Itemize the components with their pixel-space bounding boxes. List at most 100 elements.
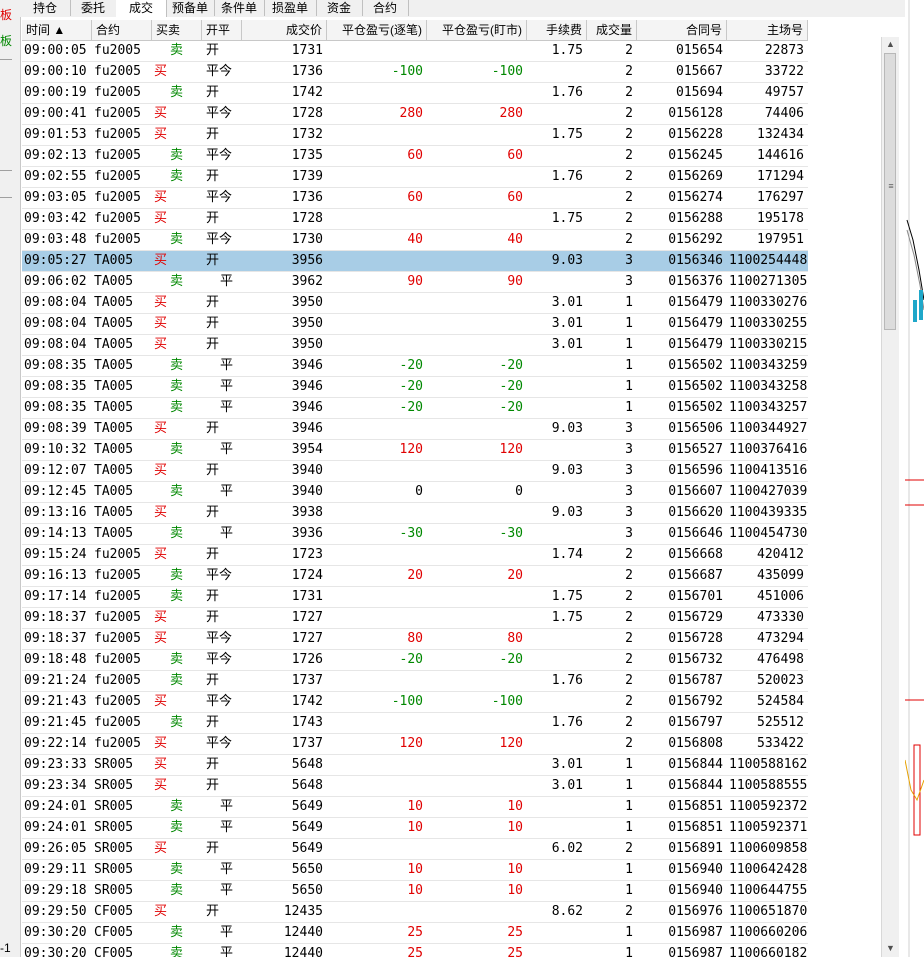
table-row[interactable]: 09:24:01 SR005 卖平 5649 10 10 1 0156851 110059237… [22, 797, 808, 818]
col-pnl-per-trade-header[interactable]: 平仓盈亏(逐笔) [327, 20, 427, 40]
col-open-close-header[interactable]: 开平 [202, 20, 242, 40]
col-contract-header[interactable]: 合约 [92, 20, 152, 40]
table-row[interactable]: 09:05:27 TA005 买 开 3956 9.03 3 0156346 110025444… [22, 251, 808, 272]
table-row[interactable]: 09:01:53 fu2005 买 开 1732 1.75 2 0156228 132434 [22, 125, 808, 146]
table-row[interactable]: 09:23:33 SR005 买 开 5648 3.01 1 0156844 110058816… [22, 755, 808, 776]
table-row[interactable]: 09:21:24 fu2005 卖开 1737 1.76 2 0156787 520023 [22, 671, 808, 692]
col-pnl-mtm [429, 41, 523, 61]
table-row[interactable]: 09:00:41 fu2005 买 平今 1728 280 280 2 0156128 74406 [22, 104, 808, 125]
col-exchange-no: 451006 [757, 589, 804, 604]
table-row[interactable]: 09:08:04 TA005 买 开 3950 3.01 1 0156479 110033021… [22, 335, 808, 356]
col-time: 09:12:45 [24, 484, 87, 499]
tab-orders[interactable]: 委托 [70, 0, 117, 16]
col-fee-header[interactable]: 手续费 [527, 20, 587, 40]
table-row[interactable]: 09:16:13 fu2005 卖平今 1724 20 20 2 0156687 435099 [22, 566, 808, 587]
col-contract: SR005 [94, 841, 134, 856]
col-price-header[interactable]: 成交价 [242, 20, 327, 40]
grip-icon: ≡ [888, 181, 894, 191]
col-fee: 3.01 [551, 757, 583, 772]
col-pnl-mtm: -30 [499, 526, 523, 541]
col-fee [529, 566, 583, 586]
col-exchange-no: 533422 [757, 736, 804, 751]
table-row[interactable]: 09:00:10 fu2005 买 平今 1736 -100 -100 2 015667 3372… [22, 62, 808, 83]
table-row[interactable]: 09:02:13 fu2005 卖平今 1735 60 60 2 0156245 144616 [22, 146, 808, 167]
col-side: 买 [154, 547, 168, 562]
table-row[interactable]: 09:08:35 TA005 卖平 3946 -20 -20 1 0156502 1100343… [22, 398, 808, 419]
table-row[interactable]: 09:15:24 fu2005 买 开 1723 1.74 2 0156668 420412 [22, 545, 808, 566]
table-row[interactable]: 09:12:45 TA005 卖平 3940 0 0 3 0156607 1100427039 [22, 482, 808, 503]
tab-trades[interactable]: 成交 [116, 0, 167, 17]
col-side-header[interactable]: 买卖 [152, 20, 202, 40]
col-volume-header[interactable]: 成交量 [587, 20, 637, 40]
tab-preset-orders[interactable]: 预备单 [166, 0, 215, 16]
table-row[interactable]: 09:18:48 fu2005 卖平今 1726 -20 -20 2 0156732 47649… [22, 650, 808, 671]
scroll-down-icon[interactable]: ▼ [882, 941, 899, 955]
col-volume: 2 [625, 673, 633, 688]
table-row[interactable]: 09:00:05 fu2005 卖开 1731 1.75 2 015654 22873 [22, 41, 808, 62]
col-pnl-per-trade [329, 608, 423, 628]
table-row[interactable]: 09:29:11 SR005 卖平 5650 10 10 1 0156940 110064242… [22, 860, 808, 881]
scrollbar-thumb[interactable]: ≡ [884, 53, 896, 330]
table-row[interactable]: 09:03:05 fu2005 买 平今 1736 60 60 2 0156274 176297 [22, 188, 808, 209]
table-row[interactable]: 09:26:05 SR005 买 开 5649 6.02 2 0156891 110060985… [22, 839, 808, 860]
col-time-header[interactable]: 时间 ▲ [22, 20, 92, 40]
col-pnl-mtm: -100 [491, 694, 523, 709]
table-row[interactable]: 09:08:39 TA005 买 开 3946 9.03 3 0156506 110034492… [22, 419, 808, 440]
table-row[interactable]: 09:14:13 TA005 卖平 3936 -30 -30 3 0156646 1100454… [22, 524, 808, 545]
table-row[interactable]: 09:00:19 fu2005 卖开 1742 1.76 2 015694 49757 [22, 83, 808, 104]
col-contract-no: 0156844 [668, 757, 723, 772]
table-row[interactable]: 09:13:16 TA005 买 开 3938 9.03 3 0156620 110043933… [22, 503, 808, 524]
table-row[interactable]: 09:24:01 SR005 卖平 5649 10 10 1 0156851 110059237… [22, 818, 808, 839]
col-contract-no: 015654 [676, 43, 723, 58]
table-row[interactable]: 09:29:18 SR005 卖平 5650 10 10 1 0156940 110064475… [22, 881, 808, 902]
col-open-close: 开 [206, 127, 220, 142]
col-exchange-no: 49757 [764, 85, 804, 100]
col-pnl-mtm: -100 [491, 64, 523, 79]
col-pnl-mtm: 120 [499, 442, 523, 457]
table-row[interactable]: 09:30:20 CF005 卖平 12440 25 25 1 0156987 11006601… [22, 944, 808, 957]
col-fee: 9.03 [551, 253, 583, 268]
tab-conditional-orders[interactable]: 条件单 [214, 0, 265, 16]
table-row[interactable]: 09:06:02 TA005 卖平 3962 90 90 3 0156376 110027130… [22, 272, 808, 293]
col-exchange-no-header[interactable]: 主场号 [727, 20, 808, 40]
table-row[interactable]: 09:08:35 TA005 卖平 3946 -20 -20 1 0156502 1100343… [22, 356, 808, 377]
table-row[interactable]: 09:12:07 TA005 买 开 3940 9.03 3 0156596 110041351… [22, 461, 808, 482]
col-volume: 2 [625, 715, 633, 730]
table-row[interactable]: 09:21:45 fu2005 卖开 1743 1.76 2 0156797 525512 [22, 713, 808, 734]
col-contract-no: 0156851 [668, 820, 723, 835]
table-row[interactable]: 09:08:04 TA005 买 开 3950 3.01 1 0156479 110033025… [22, 314, 808, 335]
col-fee [529, 692, 583, 712]
table-row[interactable]: 09:21:43 fu2005 买 平今 1742 -100 -100 2 0156792 524… [22, 692, 808, 713]
tab-positions[interactable]: 持仓 [20, 0, 71, 16]
col-volume: 1 [625, 925, 633, 940]
col-pnl-mtm-header[interactable]: 平仓盈亏(盯市) [427, 20, 527, 40]
tab-contracts[interactable]: 合约 [362, 0, 409, 16]
table-row[interactable]: 09:03:48 fu2005 卖平今 1730 40 40 2 0156292 197951 [22, 230, 808, 251]
table-row[interactable]: 09:22:14 fu2005 买 平今 1737 120 120 2 0156808 53342… [22, 734, 808, 755]
col-pnl-per-trade: 40 [407, 232, 423, 247]
table-row[interactable]: 09:29:50 CF005 买 开 12435 8.62 2 0156976 11006518… [22, 902, 808, 923]
table-row[interactable]: 09:10:32 TA005 卖平 3954 120 120 3 0156527 1100376… [22, 440, 808, 461]
col-contract-no-header[interactable]: 合同号 [637, 20, 727, 40]
tab-stop-orders[interactable]: 损盈单 [264, 0, 317, 16]
col-contract-no: 0156479 [668, 337, 723, 352]
table-row[interactable]: 09:03:42 fu2005 买 开 1728 1.75 2 0156288 195178 [22, 209, 808, 230]
scroll-up-icon[interactable]: ▲ [882, 37, 899, 51]
col-contract-no: 0156502 [668, 400, 723, 415]
col-volume: 2 [625, 652, 633, 667]
table-row[interactable]: 09:30:20 CF005 卖平 12440 25 25 1 0156987 11006602… [22, 923, 808, 944]
vertical-scrollbar[interactable]: ▲ ≡ ▼ [881, 37, 899, 957]
table-row[interactable]: 09:08:04 TA005 买 开 3950 3.01 1 0156479 110033027… [22, 293, 808, 314]
col-volume: 3 [625, 526, 633, 541]
tab-funds[interactable]: 资金 [316, 0, 363, 16]
col-time: 09:08:35 [24, 358, 87, 373]
table-row[interactable]: 09:17:14 fu2005 卖开 1731 1.75 2 0156701 451006 [22, 587, 808, 608]
table-row[interactable]: 09:08:35 TA005 卖平 3946 -20 -20 1 0156502 1100343… [22, 377, 808, 398]
table-row[interactable]: 09:18:37 fu2005 买 平今 1727 80 80 2 0156728 473294 [22, 629, 808, 650]
table-row[interactable]: 09:18:37 fu2005 买 开 1727 1.75 2 0156729 473330 [22, 608, 808, 629]
table-row[interactable]: 09:02:55 fu2005 卖开 1739 1.76 2 0156269 171294 [22, 167, 808, 188]
col-time: 09:03:05 [24, 190, 87, 205]
table-row[interactable]: 09:23:34 SR005 买 开 5648 3.01 1 0156844 110058855… [22, 776, 808, 797]
col-pnl-mtm: 60 [507, 148, 523, 163]
left-label-3: -1 [0, 941, 11, 955]
